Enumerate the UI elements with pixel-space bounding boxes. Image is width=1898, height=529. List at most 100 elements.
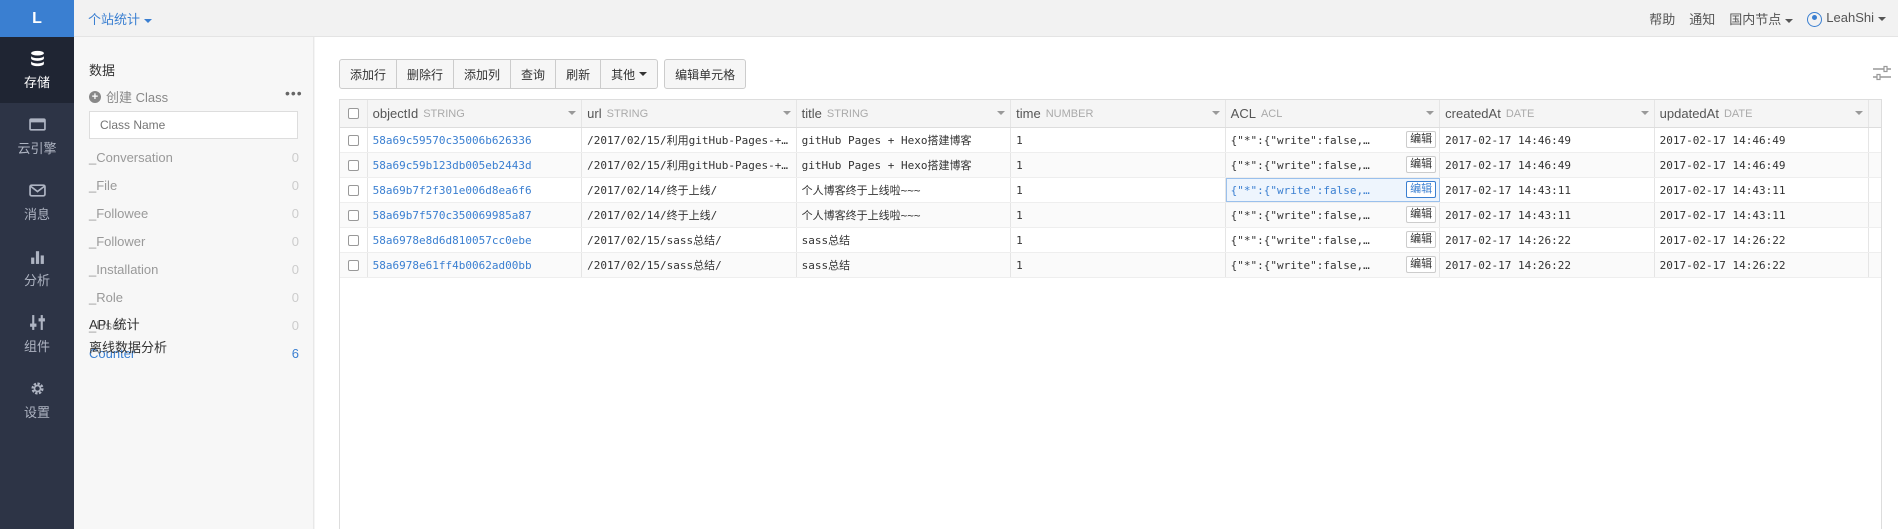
- cell-time[interactable]: 1: [1011, 178, 1226, 202]
- table-row[interactable]: 58a69c59570c35006b626336/2017/02/15/利用gi…: [340, 128, 1881, 153]
- app-selector[interactable]: 个站统计: [88, 9, 153, 28]
- class-item[interactable]: _Role 0: [89, 283, 299, 311]
- cell-url[interactable]: /2017/02/15/利用gitHub-Pages-+-Hexo搭建博客/: [582, 128, 797, 152]
- api-stats-link[interactable]: API 统计: [89, 314, 140, 333]
- cell-acl[interactable]: {"*":{"write":false,"read":true}} 编辑: [1226, 128, 1441, 152]
- row-checkbox[interactable]: [347, 159, 359, 171]
- cell-createdat[interactable]: 2017-02-17 14:26:22: [1440, 253, 1655, 277]
- cell-url[interactable]: /2017/02/15/sass总结/: [582, 253, 797, 277]
- cell-title[interactable]: 个人博客终于上线啦~~~: [797, 203, 1012, 227]
- cell-time[interactable]: 1: [1011, 203, 1226, 227]
- cell-time[interactable]: 1: [1011, 128, 1226, 152]
- edit-acl-button[interactable]: 编辑: [1406, 131, 1437, 148]
- row-checkbox[interactable]: [347, 259, 359, 271]
- column-settings-icon[interactable]: [1872, 65, 1892, 84]
- class-item[interactable]: _File 0: [89, 171, 299, 199]
- help-link[interactable]: 帮助: [1649, 9, 1675, 28]
- app-logo[interactable]: L: [0, 0, 74, 37]
- chevron-down-icon[interactable]: [997, 111, 1006, 115]
- column-header[interactable]: objectId STRING: [368, 100, 583, 127]
- cell-acl[interactable]: {"*":{"write":false,"read":true}} 编辑: [1226, 203, 1441, 227]
- cell-title[interactable]: gitHub Pages + Hexo搭建博客: [797, 128, 1012, 152]
- nav-item-cloud-engine[interactable]: 云引擎: [0, 103, 74, 169]
- cell-objectid[interactable]: 58a69c59b123db005eb2443d: [368, 153, 583, 177]
- class-item[interactable]: _Follower 0: [89, 227, 299, 255]
- table-row[interactable]: 58a69c59b123db005eb2443d/2017/02/15/利用gi…: [340, 153, 1881, 178]
- column-header[interactable]: title STRING: [797, 100, 1012, 127]
- cell-url[interactable]: /2017/02/14/终于上线/: [582, 203, 797, 227]
- chevron-down-icon[interactable]: [1855, 111, 1864, 115]
- cell-objectid[interactable]: 58a69b7f570c350069985a87: [368, 203, 583, 227]
- chevron-down-icon[interactable]: [1640, 111, 1649, 115]
- chevron-down-icon[interactable]: [1211, 111, 1220, 115]
- cell-createdat[interactable]: 2017-02-17 14:26:22: [1440, 228, 1655, 252]
- column-header[interactable]: createdAt DATE: [1440, 100, 1655, 127]
- region-selector[interactable]: 国内节点: [1729, 9, 1794, 28]
- more-icon[interactable]: •••: [285, 85, 303, 101]
- edit-acl-button[interactable]: 编辑: [1406, 206, 1437, 223]
- cell-createdat[interactable]: 2017-02-17 14:43:11: [1440, 178, 1655, 202]
- other-dropdown[interactable]: 其他: [600, 59, 659, 89]
- table-row[interactable]: 58a69b7f2f301e006d8ea6f6/2017/02/14/终于上线…: [340, 178, 1881, 203]
- cell-objectid[interactable]: 58a69c59570c35006b626336: [368, 128, 583, 152]
- cell-url[interactable]: /2017/02/14/终于上线/: [582, 178, 797, 202]
- cell-updatedat[interactable]: 2017-02-17 14:46:49: [1655, 153, 1870, 177]
- chevron-down-icon[interactable]: [1426, 111, 1435, 115]
- cell-objectid[interactable]: 58a69b7f2f301e006d8ea6f6: [368, 178, 583, 202]
- cell-createdat[interactable]: 2017-02-17 14:46:49: [1440, 128, 1655, 152]
- chevron-down-icon[interactable]: [568, 111, 577, 115]
- table-row[interactable]: 58a69b7f570c350069985a87/2017/02/14/终于上线…: [340, 203, 1881, 228]
- row-checkbox[interactable]: [347, 184, 359, 196]
- cell-acl[interactable]: {"*":{"write":false,"read":true}} 编辑: [1226, 228, 1441, 252]
- edit-acl-button[interactable]: 编辑: [1406, 156, 1437, 173]
- cell-time[interactable]: 1: [1011, 228, 1226, 252]
- edit-acl-button[interactable]: 编辑: [1406, 181, 1437, 198]
- cell-updatedat[interactable]: 2017-02-17 14:46:49: [1655, 128, 1870, 152]
- cell-title[interactable]: sass总结: [797, 253, 1012, 277]
- add-row-button[interactable]: 添加行: [339, 59, 398, 89]
- edit-acl-button[interactable]: 编辑: [1406, 231, 1437, 248]
- row-checkbox[interactable]: [347, 134, 359, 146]
- cell-time[interactable]: 1: [1011, 253, 1226, 277]
- cell-updatedat[interactable]: 2017-02-17 14:43:11: [1655, 203, 1870, 227]
- class-item[interactable]: _Conversation 0: [89, 143, 299, 171]
- cell-updatedat[interactable]: 2017-02-17 14:26:22: [1655, 228, 1870, 252]
- column-header[interactable]: url STRING: [582, 100, 797, 127]
- chevron-down-icon[interactable]: [782, 111, 791, 115]
- cell-createdat[interactable]: 2017-02-17 14:46:49: [1440, 153, 1655, 177]
- class-name-input[interactable]: [89, 111, 298, 139]
- edit-acl-button[interactable]: 编辑: [1406, 256, 1437, 273]
- add-column-button[interactable]: 添加列: [453, 59, 512, 89]
- cell-acl[interactable]: {"*":{"write":false,"read":true}} 编辑: [1226, 253, 1441, 277]
- table-row[interactable]: 58a6978e8d6d810057cc0ebe/2017/02/15/sass…: [340, 228, 1881, 253]
- column-header[interactable]: updatedAt DATE: [1655, 100, 1870, 127]
- create-class-button[interactable]: + 创建 Class: [89, 87, 168, 106]
- nav-item-message[interactable]: 消息: [0, 169, 74, 235]
- class-item[interactable]: _Followee 0: [89, 199, 299, 227]
- table-row[interactable]: 58a6978e61ff4b0062ad00bb/2017/02/15/sass…: [340, 253, 1881, 278]
- cell-updatedat[interactable]: 2017-02-17 14:26:22: [1655, 253, 1870, 277]
- cell-objectid[interactable]: 58a6978e61ff4b0062ad00bb: [368, 253, 583, 277]
- cell-title[interactable]: 个人博客终于上线啦~~~: [797, 178, 1012, 202]
- cell-url[interactable]: /2017/02/15/利用gitHub-Pages-+-Hexo搭建博客/: [582, 153, 797, 177]
- refresh-button[interactable]: 刷新: [555, 59, 602, 89]
- cell-acl[interactable]: {"*":{"write":false,"read":true}} 编辑: [1226, 153, 1441, 177]
- column-header[interactable]: ACL ACL: [1226, 100, 1441, 127]
- user-menu[interactable]: LeahShi: [1807, 10, 1886, 27]
- nav-item-analytics[interactable]: 分析: [0, 235, 74, 301]
- select-all-checkbox[interactable]: [347, 108, 359, 119]
- cell-createdat[interactable]: 2017-02-17 14:43:11: [1440, 203, 1655, 227]
- cell-title[interactable]: sass总结: [797, 228, 1012, 252]
- nav-item-components[interactable]: 组件: [0, 301, 74, 367]
- nav-item-storage[interactable]: 存储: [0, 37, 74, 103]
- nav-item-settings[interactable]: 设置: [0, 367, 74, 433]
- cell-acl[interactable]: {"*":{"write":false,"read":true}} 编辑: [1225, 178, 1441, 202]
- edit-cell-button[interactable]: 编辑单元格: [664, 59, 747, 89]
- row-checkbox[interactable]: [347, 209, 359, 221]
- row-checkbox[interactable]: [347, 234, 359, 246]
- cell-time[interactable]: 1: [1011, 153, 1226, 177]
- cell-updatedat[interactable]: 2017-02-17 14:43:11: [1655, 178, 1870, 202]
- class-item[interactable]: _Installation 0: [89, 255, 299, 283]
- cell-objectid[interactable]: 58a6978e8d6d810057cc0ebe: [368, 228, 583, 252]
- notify-link[interactable]: 通知: [1689, 9, 1715, 28]
